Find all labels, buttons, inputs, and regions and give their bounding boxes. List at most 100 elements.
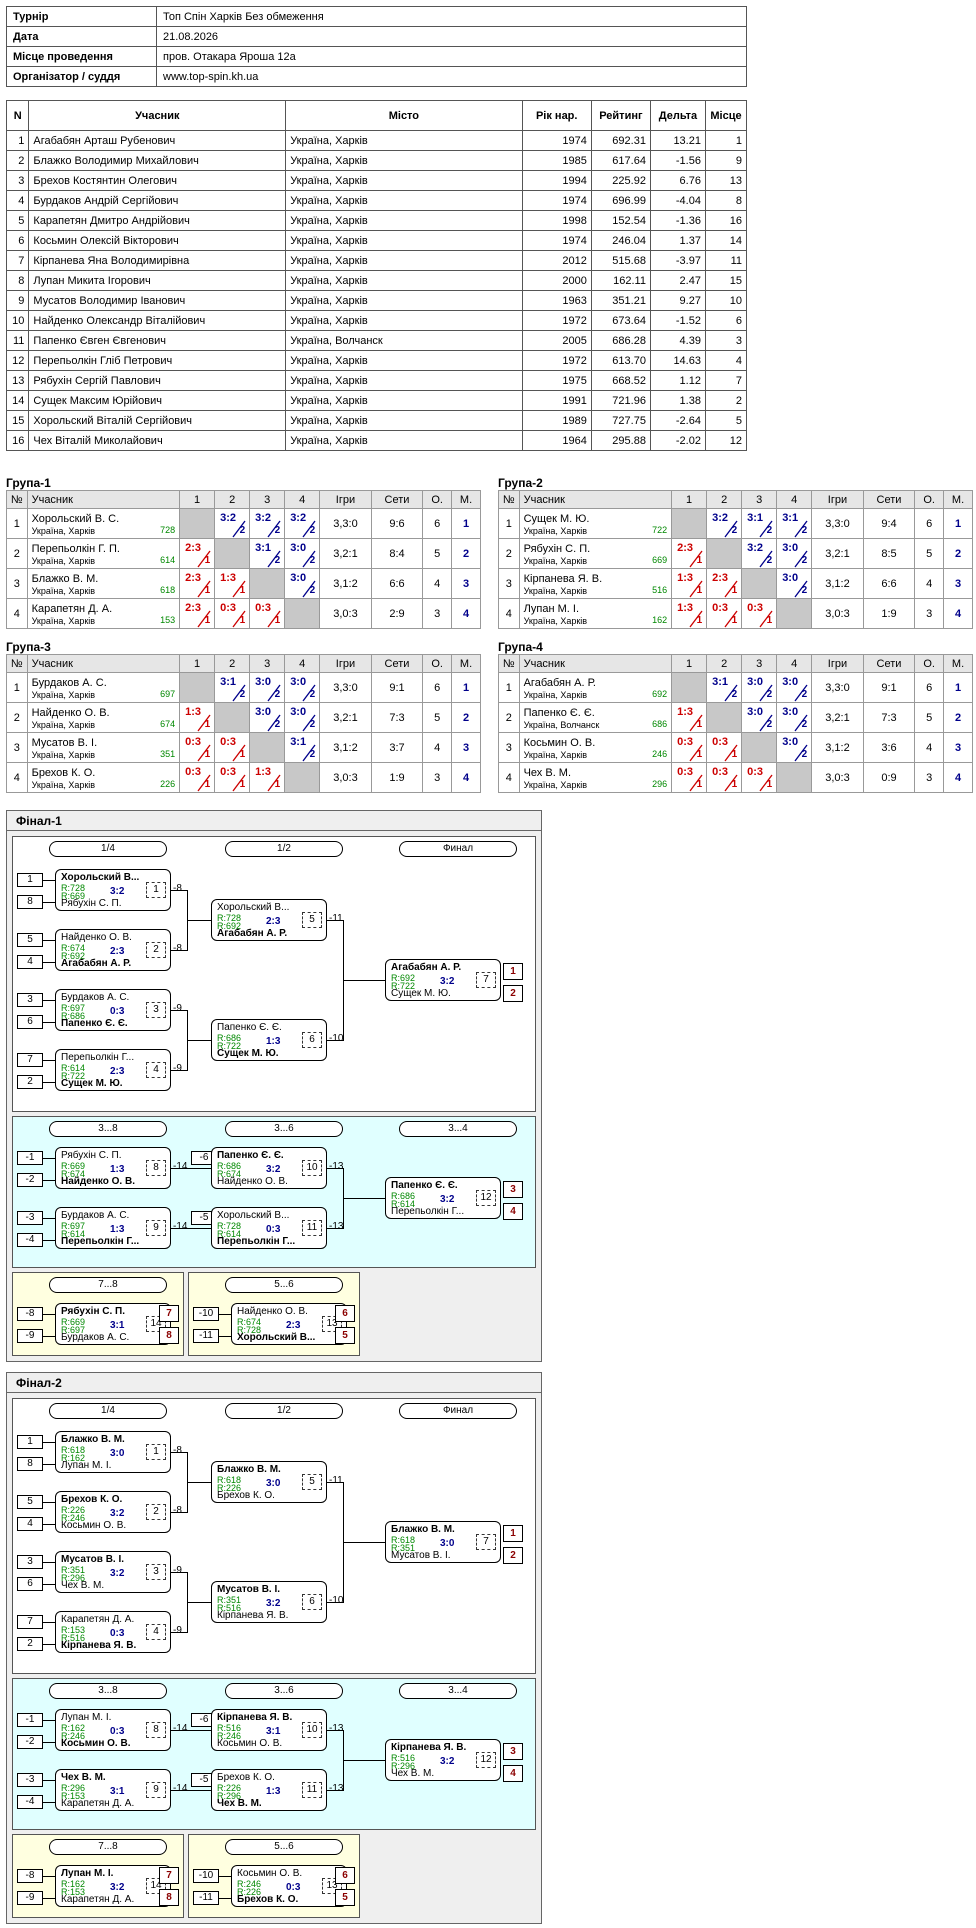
match-score: 1:3 (677, 706, 693, 718)
match-score: 3:2 (440, 1194, 455, 1205)
group-score-cell: 3:0 2 (284, 702, 321, 733)
match-player-2: Кірпанева Я. В. (61, 1640, 137, 1651)
match-score: 0:3 (286, 1882, 301, 1893)
bracket-match: Брехов К. О. R:226 R:246 Косьмин О. В. 3:2 2 (55, 1491, 171, 1533)
bracket-round-header: 1/4 (49, 841, 167, 857)
group-column-header: 1 (179, 654, 216, 673)
match-points: 2 (309, 525, 316, 536)
player-cell: 686.28 (590, 330, 651, 351)
player-cell: 1963 (521, 290, 592, 311)
group-place: 4 (451, 762, 481, 793)
group-row-number: 3 (498, 568, 520, 599)
player-cell: 152.54 (590, 210, 651, 231)
group-score-cell: 2:3 1 (179, 538, 216, 569)
player-cell: 515.68 (590, 250, 651, 271)
bracket-round-header: 3...4 (399, 1121, 517, 1137)
group-score-cell: 2:3 1 (671, 538, 708, 569)
group-score-cell: 1:3 1 (249, 762, 286, 793)
player-cell: 3 (704, 330, 748, 351)
match-player-1: Брехов К. О. (61, 1494, 123, 1505)
participant-name: Агабабян А. Р. (523, 676, 596, 689)
group-games: 3,2:1 (811, 538, 864, 569)
participant-city: Україна, Харків (523, 585, 588, 596)
group-score-cell: 3:2 2 (741, 538, 778, 569)
match-score: 3:0 (747, 706, 764, 718)
bracket-seed: -11 (193, 1329, 219, 1343)
group-games: 3,0:3 (811, 762, 864, 793)
bracket-match: Мусатов В. І. R:351 R:296 Чех В. М. 3:2 3 (55, 1551, 171, 1593)
bracket-match: Перепьолкін Г... R:614 R:722 Сущек М. Ю. 2:3… (55, 1049, 171, 1091)
match-score: 0:3 (110, 1726, 125, 1737)
match-number: 8 (146, 1722, 166, 1738)
participant-rating: 722 (652, 525, 668, 535)
group-column-header: Сети (370, 490, 424, 509)
bracket-round-header: 1/2 (225, 841, 343, 857)
player-cell: Україна, Харків (285, 310, 523, 331)
bracket-connector (343, 1760, 385, 1761)
final-place: 6 (335, 1305, 355, 1322)
player-cell: 1 (5, 130, 30, 151)
bracket-connector (43, 962, 55, 963)
player-cell: 673.64 (590, 310, 651, 331)
player-cell: 1974 (521, 130, 592, 151)
match-player-1: Найденко О. В. (237, 1306, 308, 1317)
bracket-match: Папенко Є. Є. R:686 R:674 Найденко О. В. 3:2… (211, 1147, 327, 1189)
bracket-match: Блажко В. М. R:618 R:162 Лупан М. І. 3:0 1 (55, 1431, 171, 1473)
bracket-connector (43, 1876, 55, 1877)
player-cell: 13.21 (649, 130, 706, 151)
loser-destination: -8 (173, 1505, 182, 1516)
player-cell: 16 (704, 210, 748, 231)
match-score: 1:3 (677, 572, 693, 584)
match-score: 3:2 (110, 886, 125, 897)
group-row: 3 Кірпанева Я. В. Україна, Харків 516 1:3 1 2:… (498, 568, 973, 599)
participant-city: Україна, Харків (31, 555, 96, 566)
player-row: 14 Сущек Максим Юрійович Україна, Харків 19… (5, 390, 748, 411)
bracket-seed: 2 (17, 1637, 43, 1651)
bracket-round-header: 7...8 (49, 1839, 167, 1855)
player-cell: Мусатов Володимир Іванович (28, 290, 287, 311)
player-cell: Перепьолкін Гліб Петрович (28, 350, 287, 371)
group-score-cell: 3:2 2 (249, 508, 286, 539)
group-header-row: № Учасник 1 2 3 4 Ігри Сети О. М. (6, 654, 481, 673)
group-row-number: 4 (6, 762, 28, 793)
player-cell: Україна, Волчанск (285, 330, 523, 351)
match-score: 0:3 (712, 602, 729, 614)
group-place: 2 (943, 538, 973, 569)
match-player-2: Хорольский В... (237, 1332, 316, 1343)
match-score: 2:3 (286, 1320, 301, 1331)
participant-name: Хорольский В. С. (31, 512, 120, 525)
group-diagonal-cell (671, 672, 708, 703)
player-cell: 727.75 (590, 410, 651, 431)
participant-name: Карапетян Д. А. (31, 602, 113, 615)
participant-city: Україна, Харків (31, 749, 96, 760)
player-cell: -4.04 (649, 190, 706, 211)
player-cell: Україна, Харків (285, 430, 523, 451)
final-place: 1 (503, 963, 523, 980)
group-diagonal-cell (214, 702, 251, 733)
participant-city: Україна, Харків (523, 779, 588, 790)
match-player-2: Мусатов В. І. (391, 1550, 451, 1561)
group-column-header: 4 (776, 490, 813, 509)
loser-destination: -10 (329, 1033, 344, 1044)
group-column-header: 2 (214, 490, 251, 509)
group-games: 3,3:0 (811, 672, 864, 703)
participant-name: Рябухін С. П. (523, 542, 591, 555)
match-score: 2:3 (110, 946, 125, 957)
group-points: 4 (422, 732, 453, 763)
match-score: 3:1 (220, 676, 237, 688)
bracket-seed: 1 (17, 1435, 43, 1449)
player-cell: -1.36 (649, 210, 706, 231)
bracket-match: Найденко О. В. R:674 R:692 Агабабян А. Р. 2:… (55, 929, 171, 971)
group-row-number: 2 (6, 538, 28, 569)
group-header-row: № Учасник 1 2 3 4 Ігри Сети О. М. (498, 654, 973, 673)
match-player-2: Сущек М. Ю. (391, 988, 451, 999)
match-player-1: Мусатов В. І. (217, 1584, 281, 1595)
loser-destination: -13 (329, 1723, 344, 1734)
group-place: 4 (943, 598, 973, 629)
group-sets: 0:9 (862, 762, 916, 793)
player-cell: Брехов Костянтин Олегович (28, 170, 287, 191)
bracket-connector (43, 1584, 55, 1585)
bracket-match: Блажко В. М. R:618 R:226 Брехов К. О. 3:0 5 (211, 1461, 327, 1503)
players-table: N Учасник Місто Рік нар. Рейтинг Дельта Місце 1… (5, 100, 748, 451)
match-score: 3:1 (255, 542, 272, 554)
